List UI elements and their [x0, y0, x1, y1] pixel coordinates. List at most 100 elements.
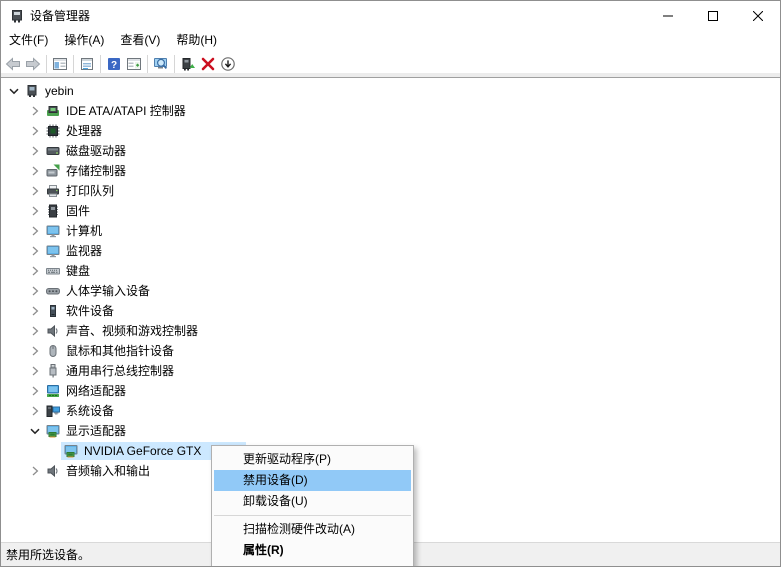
- mouse-icon: [45, 343, 61, 359]
- context-menu: 更新驱动程序(P)禁用设备(D)卸载设备(U) 扫描检测硬件改动(A)属性(R): [211, 445, 414, 567]
- back-arrow-icon: [5, 56, 21, 72]
- context-menu-item-scan-hardware-changes[interactable]: 扫描检测硬件改动(A): [214, 519, 411, 540]
- device-manager-window: 设备管理器 文件(F)操作(A)查看(V)帮助(H) ? yebinIDE AT…: [0, 0, 781, 567]
- tree-row-firmware[interactable]: 固件: [1, 201, 780, 221]
- uninstall-icon: [200, 56, 216, 72]
- tree-row-ide-ata-atapi-controllers[interactable]: IDE ATA/ATAPI 控制器: [1, 101, 780, 121]
- tree-row-content: 存储控制器: [43, 162, 128, 180]
- tree-row-system-devices[interactable]: 系统设备: [1, 401, 780, 421]
- properties-button[interactable]: [77, 53, 97, 75]
- toolbar: ?: [1, 51, 780, 78]
- tree-row-software-devices[interactable]: 软件设备: [1, 301, 780, 321]
- ide-controller-icon: [45, 103, 61, 119]
- tree-row-content: IDE ATA/ATAPI 控制器: [43, 102, 188, 120]
- chevron-collapsed-icon: [27, 223, 43, 239]
- context-menu-item-update-driver[interactable]: 更新驱动程序(P): [214, 449, 411, 470]
- window-title: 设备管理器: [30, 7, 645, 24]
- toolbar-separator: [73, 55, 74, 73]
- close-icon: [753, 11, 763, 21]
- context-menu-item-disable-device[interactable]: 禁用设备(D): [214, 470, 411, 491]
- monitor-icon: [45, 223, 61, 239]
- tree-row-content: 声音、视频和游戏控制器: [43, 322, 200, 340]
- toolbar-separator: [100, 55, 101, 73]
- computer-icon: [24, 83, 40, 99]
- tree-row-keyboards[interactable]: 键盘: [1, 261, 780, 281]
- context-menu-item-uninstall-device[interactable]: 卸载设备(U): [214, 491, 411, 512]
- monitor-icon: [45, 243, 61, 259]
- tree-row-disk-drives[interactable]: 磁盘驱动器: [1, 141, 780, 161]
- tree-row-display-adapters[interactable]: 显示适配器: [1, 421, 780, 441]
- disable-device-button[interactable]: [218, 53, 238, 75]
- tree-row-usb-controllers[interactable]: 通用串行总线控制器: [1, 361, 780, 381]
- menubar-item-view[interactable]: 查看(V): [112, 30, 168, 51]
- close-button[interactable]: [735, 1, 780, 30]
- keyboard-icon: [45, 263, 61, 279]
- tree-item-label: 音频输入和输出: [66, 463, 150, 479]
- system-device-icon: [45, 403, 61, 419]
- minimize-icon: [663, 11, 673, 21]
- chevron-collapsed-icon: [27, 303, 43, 319]
- context-menu-separator: [214, 515, 411, 516]
- tree-row-content: 计算机: [43, 222, 104, 240]
- tree-item-label: 键盘: [66, 263, 90, 279]
- tree-row-monitors[interactable]: 监视器: [1, 241, 780, 261]
- menubar-item-help[interactable]: 帮助(H): [168, 30, 225, 51]
- device-manager-app-icon: [9, 8, 25, 24]
- svg-text:?: ?: [111, 60, 117, 71]
- tree-row-content: 网络适配器: [43, 382, 128, 400]
- status-text: 禁用所选设备。: [6, 546, 90, 563]
- context-menu-item-properties[interactable]: 属性(R): [214, 540, 411, 561]
- chevron-collapsed-icon: [27, 123, 43, 139]
- toolbar-separator: [46, 55, 47, 73]
- show-console-tree-button[interactable]: [50, 53, 70, 75]
- console-tree-icon: [52, 56, 68, 72]
- chevron-collapsed-icon: [27, 403, 43, 419]
- maximize-icon: [708, 11, 718, 21]
- speaker-icon: [45, 323, 61, 339]
- processor-icon: [45, 123, 61, 139]
- maximize-button[interactable]: [690, 1, 735, 30]
- update-driver-button[interactable]: [178, 53, 198, 75]
- tree-row-content: 软件设备: [43, 302, 116, 320]
- back-button[interactable]: [3, 53, 23, 75]
- toolbar-separator: [174, 55, 175, 73]
- tree-row-computer[interactable]: 计算机: [1, 221, 780, 241]
- forward-arrow-icon: [25, 56, 41, 72]
- tree-item-label: 计算机: [66, 223, 102, 239]
- scan-hardware-changes-button[interactable]: [151, 53, 171, 75]
- caption-buttons: [645, 1, 780, 30]
- tree-item-label: 鼠标和其他指针设备: [66, 343, 174, 359]
- update-driver-icon: [180, 56, 196, 72]
- chevron-expanded-icon: [27, 423, 43, 439]
- tree-item-label: 通用串行总线控制器: [66, 363, 174, 379]
- tree-row-network-adapters[interactable]: 网络适配器: [1, 381, 780, 401]
- properties-icon: [79, 56, 95, 72]
- tree-row-processors[interactable]: 处理器: [1, 121, 780, 141]
- chevron-collapsed-icon: [27, 103, 43, 119]
- action-pane-icon: [126, 56, 142, 72]
- tree-row-mice-and-pointing-devices[interactable]: 鼠标和其他指针设备: [1, 341, 780, 361]
- tree-item-label: 监视器: [66, 243, 102, 259]
- tree-row-human-interface-devices[interactable]: 人体学输入设备: [1, 281, 780, 301]
- forward-button[interactable]: [23, 53, 43, 75]
- tree-row-storage-controllers[interactable]: 存储控制器: [1, 161, 780, 181]
- tree-row-yebin[interactable]: yebin: [1, 81, 780, 101]
- tree-item-label: 存储控制器: [66, 163, 126, 179]
- menubar-item-action[interactable]: 操作(A): [56, 30, 112, 51]
- titlebar[interactable]: 设备管理器: [1, 1, 780, 30]
- menubar: 文件(F)操作(A)查看(V)帮助(H): [1, 30, 780, 51]
- chevron-collapsed-icon: [27, 243, 43, 259]
- show-action-pane-button[interactable]: [124, 53, 144, 75]
- minimize-button[interactable]: [645, 1, 690, 30]
- help-button[interactable]: ?: [104, 53, 124, 75]
- tree-row-sound-video-game-controllers[interactable]: 声音、视频和游戏控制器: [1, 321, 780, 341]
- menubar-item-file[interactable]: 文件(F): [1, 30, 56, 51]
- storage-controller-icon: [45, 163, 61, 179]
- toolbar-separator: [147, 55, 148, 73]
- chevron-collapsed-icon: [27, 383, 43, 399]
- uninstall-device-button[interactable]: [198, 53, 218, 75]
- tree-item-label: 固件: [66, 203, 90, 219]
- help-icon: ?: [106, 56, 122, 72]
- tree-row-print-queues[interactable]: 打印队列: [1, 181, 780, 201]
- tree-row-content: 处理器: [43, 122, 104, 140]
